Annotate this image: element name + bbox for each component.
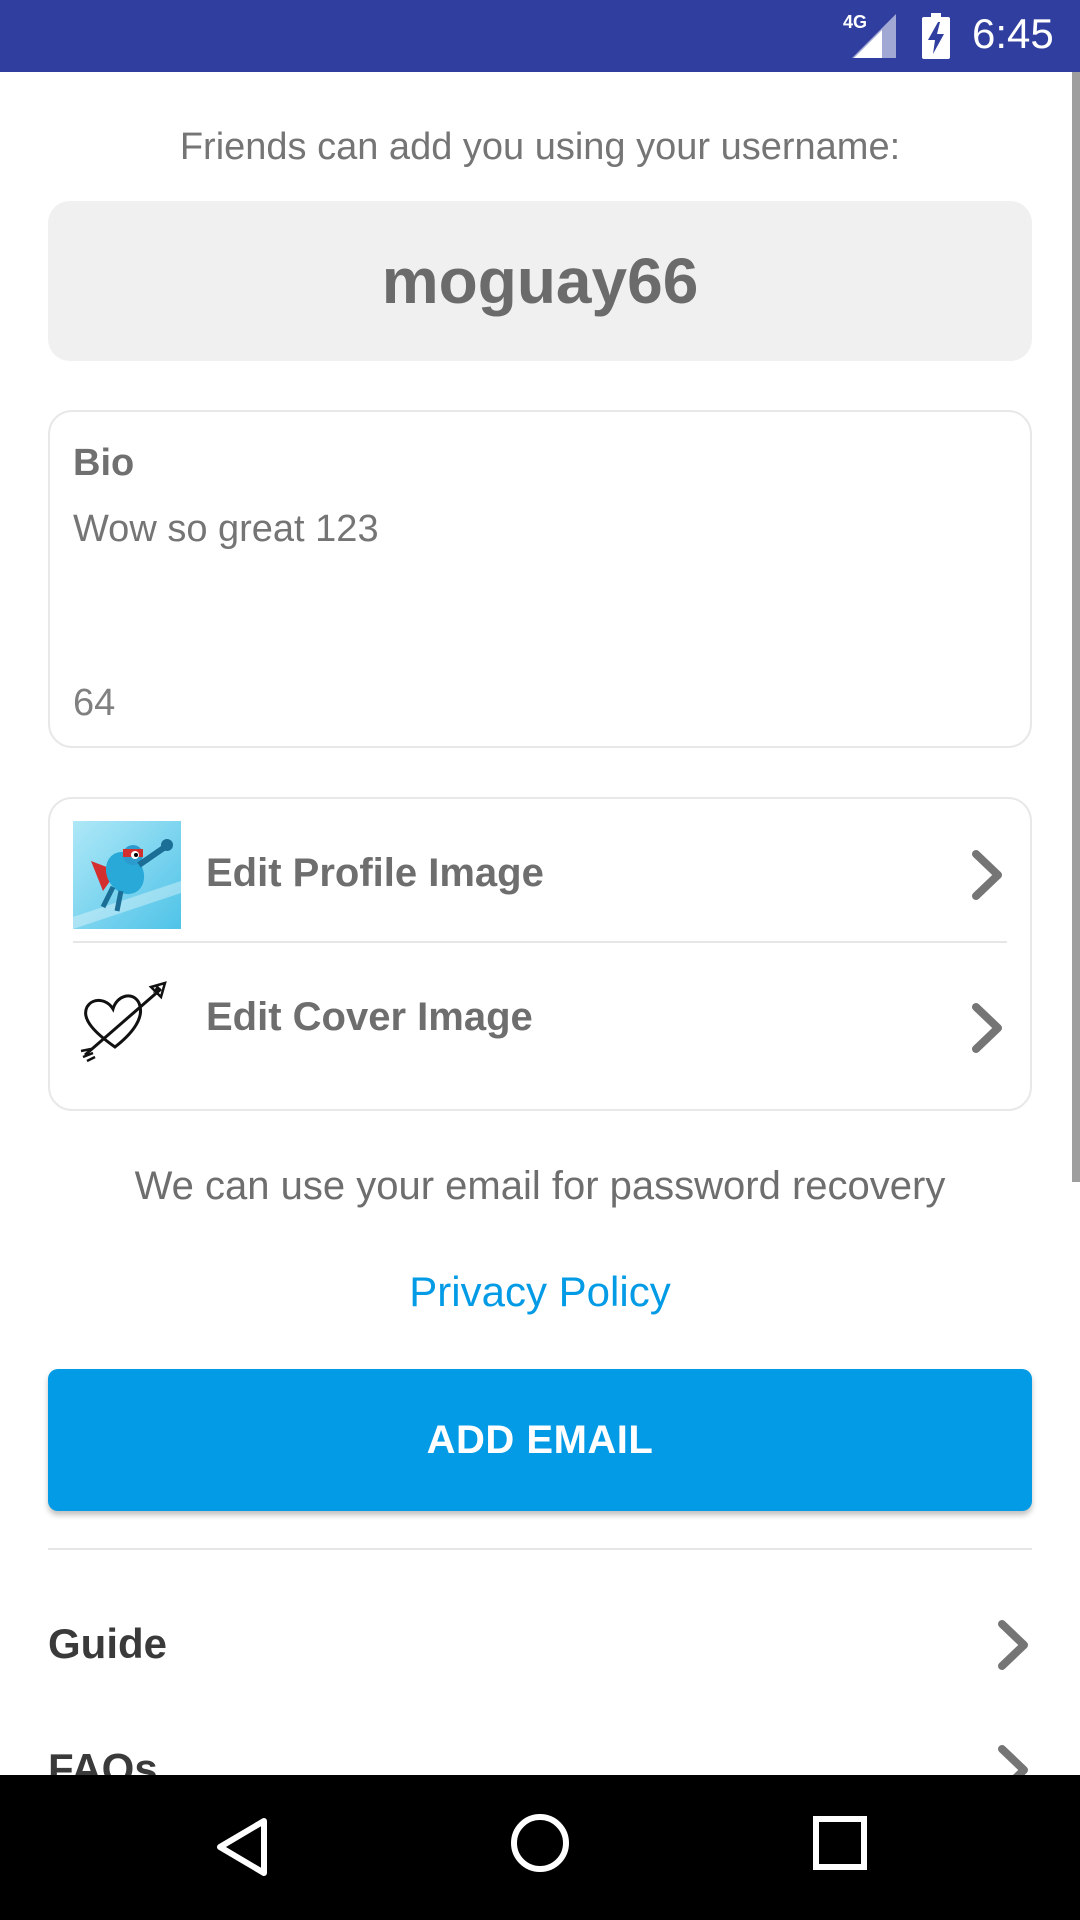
clock-time: 6:45: [972, 10, 1054, 57]
chevron-right-icon: [998, 1745, 1028, 1775]
bio-input[interactable]: Wow so great 123: [73, 508, 379, 551]
username-intro-text: Friends can add you using your username:: [179, 126, 901, 168]
chevron-right-icon: [972, 850, 1002, 900]
recents-square-icon[interactable]: [812, 1815, 868, 1871]
email-recovery-note: We can use your email for password recov…: [134, 1164, 946, 1208]
section-divider: [48, 1548, 1032, 1550]
bio-char-counter: 64: [73, 682, 116, 724]
back-triangle-icon[interactable]: [212, 1815, 272, 1879]
menu-item-label: FAQs: [48, 1745, 158, 1775]
edit-cover-image-row[interactable]: Edit Cover Image: [50, 945, 1030, 1089]
cell-signal-icon: [852, 14, 896, 58]
privacy-policy-link[interactable]: Privacy Policy: [0, 1268, 1080, 1316]
status-bar: 4G 6:45: [0, 0, 1080, 72]
menu-item-faqs[interactable]: FAQs: [48, 1717, 1032, 1775]
edit-profile-image-row[interactable]: Edit Profile Image: [50, 799, 1030, 943]
profile-image-thumbnail: [73, 821, 181, 929]
edit-profile-image-label: Edit Profile Image: [206, 851, 544, 895]
menu-item-label: Guide: [48, 1620, 168, 1667]
profile-settings-scroll[interactable]: Friends can add you using your username:…: [0, 72, 1080, 1775]
menu-item-guide[interactable]: Guide: [48, 1592, 1032, 1702]
bio-field[interactable]: Bio Wow so great 123 64: [48, 410, 1032, 748]
edit-cover-image-label: Edit Cover Image: [206, 995, 533, 1039]
username-display: moguay66: [48, 201, 1032, 361]
add-email-button[interactable]: ADD EMAIL: [48, 1369, 1032, 1511]
scrollbar[interactable]: [1072, 72, 1080, 1182]
edit-images-card: Edit Profile Image Edit Cover Image: [48, 797, 1032, 1111]
home-circle-icon[interactable]: [508, 1811, 572, 1875]
row-divider: [73, 941, 1007, 943]
cover-image-thumbnail: [73, 963, 181, 1071]
chevron-right-icon: [972, 1003, 1002, 1053]
battery-charging-icon: [922, 13, 950, 59]
bio-label: Bio: [73, 442, 135, 484]
chevron-right-icon: [998, 1620, 1028, 1670]
navigation-bar: [0, 1775, 1080, 1920]
